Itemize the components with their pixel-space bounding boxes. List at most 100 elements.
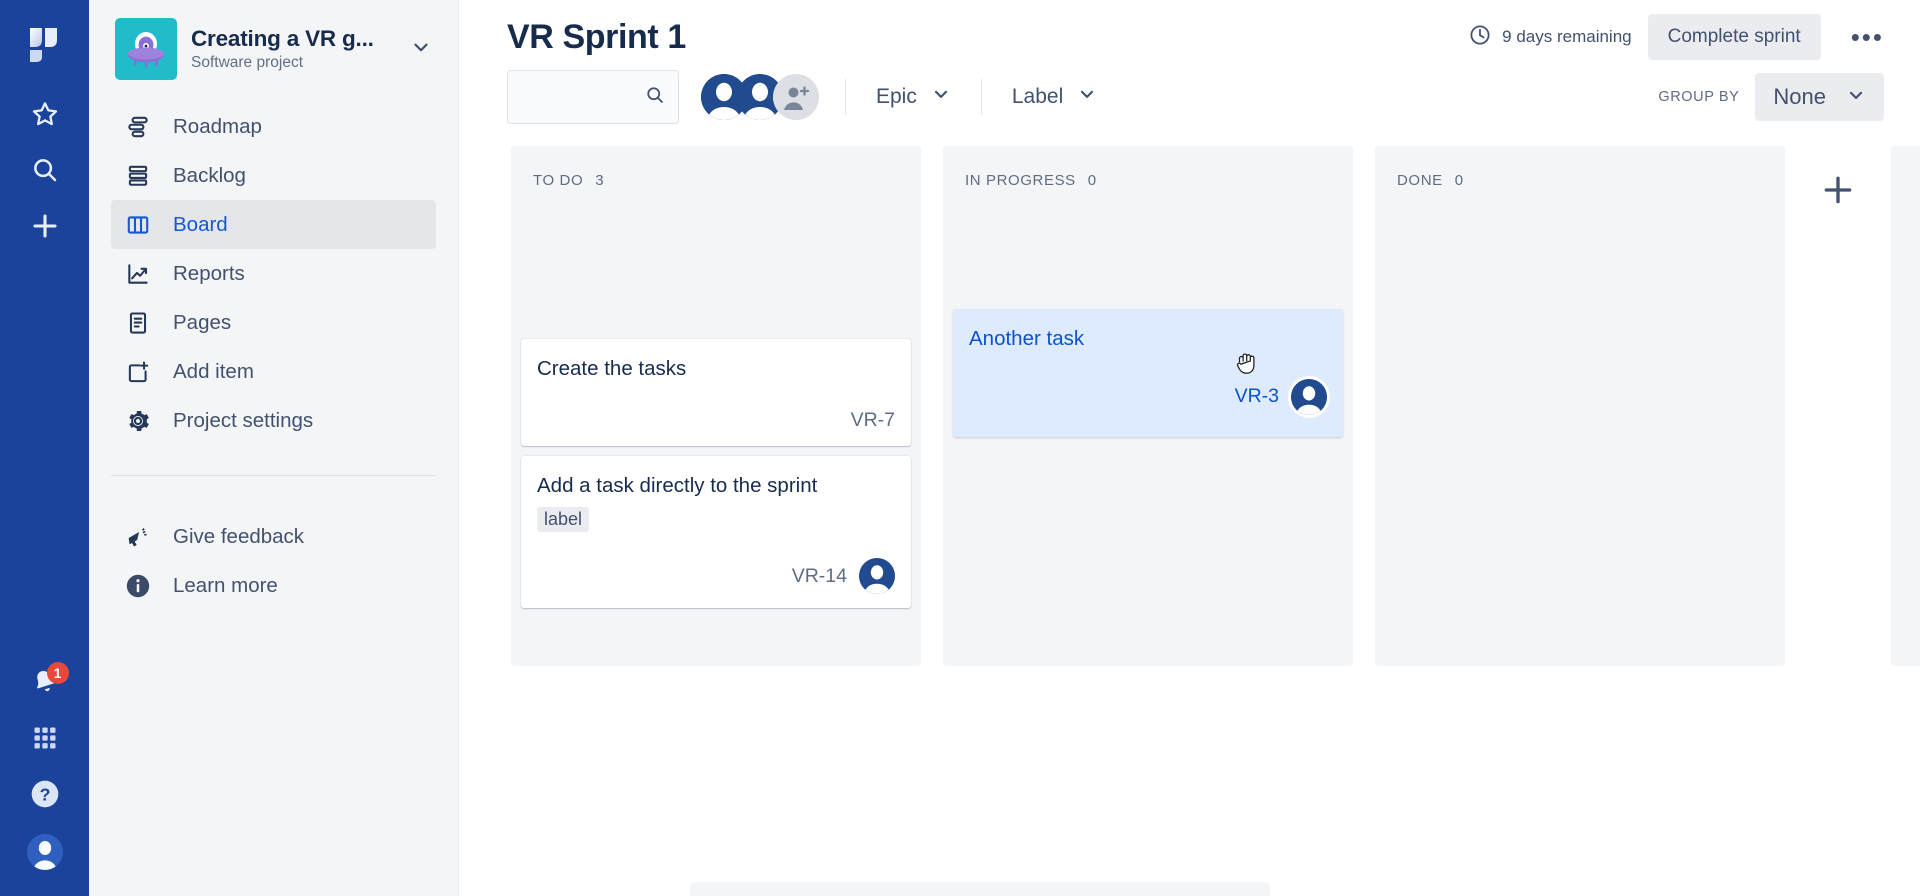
complete-sprint-button[interactable]: Complete sprint [1647, 14, 1821, 60]
sidebar-item-give-feedback[interactable]: Give feedback [111, 512, 436, 561]
user-avatar-icon [26, 834, 63, 870]
column-card-list: Another task VR-3 [953, 209, 1343, 437]
board-columns-icon [123, 210, 153, 240]
days-remaining-label: 9 days remaining [1502, 27, 1632, 46]
sidebar-item-label: Backlog [173, 163, 246, 187]
label-filter-dropdown[interactable]: Label [1008, 78, 1101, 116]
rail-item-help[interactable]: ? [19, 770, 71, 822]
column-name: DONE [1397, 172, 1443, 189]
card-key[interactable]: VR-7 [851, 409, 895, 432]
project-header[interactable]: Creating a VR g... Software project [89, 0, 458, 90]
sidebar-item-board[interactable]: Board [111, 200, 436, 249]
column-header: DONE 0 [1385, 156, 1775, 209]
card-footer: VR-3 [969, 378, 1327, 415]
more-actions-button[interactable]: ••• [1837, 23, 1898, 52]
chevron-down-icon [1846, 85, 1866, 110]
rail-item-search[interactable] [19, 146, 71, 198]
epic-filter-label: Epic [876, 85, 917, 108]
megaphone-icon [123, 522, 153, 552]
rail-item-app-switcher[interactable] [19, 714, 71, 766]
card-label-badge: label [537, 507, 590, 533]
add-column-area [1807, 146, 1869, 213]
jira-logo-icon[interactable] [19, 18, 71, 70]
sidebar-item-add-item[interactable]: Add item [111, 347, 436, 396]
sidebar-divider [111, 475, 436, 476]
project-meta: Creating a VR g... Software project [191, 26, 390, 72]
add-item-icon [123, 357, 153, 387]
svg-text:?: ? [39, 784, 50, 804]
search-input[interactable] [520, 87, 644, 107]
reports-chart-icon [123, 259, 153, 289]
sidebar-item-label: Give feedback [173, 524, 305, 548]
plus-icon [1818, 170, 1858, 213]
sidebar-footer-nav: Give feedback Learn more [89, 512, 458, 610]
backlog-icon [123, 161, 153, 191]
board-card[interactable]: Add a task directly to the sprint label … [521, 455, 911, 609]
sidebar-item-label: Roadmap [173, 114, 262, 138]
search-box[interactable] [507, 70, 679, 124]
rail-bottom-group: 1 ? [19, 658, 71, 896]
board-column-in-progress: IN PROGRESS 0 Another task VR-3 [943, 146, 1353, 666]
notification-badge: 1 [46, 662, 69, 684]
chevron-down-icon[interactable] [404, 30, 438, 69]
card-footer: VR-14 [537, 558, 895, 595]
card-key[interactable]: VR-14 [792, 565, 847, 588]
toolbar-divider [845, 79, 846, 115]
app-root: 1 ? Creating a VR g... Software project … [0, 0, 1920, 896]
sidebar-item-learn-more[interactable]: Learn more [111, 561, 436, 610]
add-column-button[interactable] [1818, 170, 1858, 213]
vr-ufo-project-icon [115, 18, 177, 80]
card-title: Create the tasks [537, 357, 687, 380]
avatar-group [701, 74, 819, 120]
sidebar-item-reports[interactable]: Reports [111, 249, 436, 298]
card-title: Add a task directly to the sprint [537, 473, 818, 497]
column-count: 3 [595, 172, 604, 189]
sidebar-item-label: Project settings [173, 408, 314, 432]
sidebar-item-backlog[interactable]: Backlog [111, 151, 436, 200]
column-count: 0 [1454, 172, 1464, 189]
sidebar-item-label: Reports [173, 261, 245, 285]
board-columns: TO DO 3 Create the tasks VR-7 Add a task… [459, 124, 1920, 896]
gear-icon [123, 406, 153, 436]
rail-item-create[interactable] [19, 202, 71, 254]
rail-item-starred[interactable] [19, 90, 71, 142]
column-card-list: Create the tasks VR-7 Add a task directl… [521, 209, 911, 609]
sprint-header: VR Sprint 1 9 days remaining Complete sp… [459, 0, 1920, 68]
plus-icon [29, 210, 61, 247]
card-assignee-avatar[interactable] [1291, 378, 1327, 415]
epic-filter-dropdown[interactable]: Epic [872, 78, 955, 116]
avatar-add-person[interactable] [773, 74, 819, 120]
clock-icon [1468, 23, 1492, 52]
column-header: IN PROGRESS 0 [953, 156, 1343, 209]
search-icon [30, 155, 60, 190]
card-assignee-avatar[interactable] [859, 558, 895, 595]
search-icon [644, 84, 666, 111]
label-filter-label: Label [1011, 85, 1064, 108]
group-by-area: GROUP BY None [1658, 73, 1898, 121]
card-key[interactable]: VR-3 [1235, 385, 1279, 408]
board-column-partial [1891, 146, 1920, 666]
sidebar-item-roadmap[interactable]: Roadmap [111, 102, 436, 151]
group-by-label: GROUP BY [1658, 89, 1740, 105]
board-column-done: DONE 0 [1375, 146, 1785, 666]
sidebar-item-pages[interactable]: Pages [111, 298, 436, 347]
rail-item-notifications[interactable]: 1 [19, 658, 71, 710]
board-card[interactable]: Create the tasks VR-7 [521, 339, 911, 446]
card-title: Another task [969, 327, 1085, 350]
rail-item-profile[interactable] [19, 826, 71, 878]
board-toolbar: Epic Label GROUP BY None [459, 68, 1920, 124]
column-count: 0 [1087, 172, 1097, 189]
roadmap-icon [123, 112, 153, 142]
sidebar-item-label: Learn more [173, 573, 278, 597]
sidebar-item-label: Board [173, 212, 228, 236]
toolbar-divider [980, 79, 982, 115]
group-by-dropdown[interactable]: None [1755, 73, 1884, 121]
sidebar-item-project-settings[interactable]: Project settings [111, 396, 436, 445]
board-card-dragging[interactable]: Another task VR-3 [953, 309, 1343, 437]
project-name: Creating a VR g... [191, 26, 374, 51]
scroll-hint-strip [690, 882, 1270, 896]
days-remaining: 9 days remaining [1468, 23, 1632, 52]
column-name: IN PROGRESS [965, 172, 1076, 189]
card-footer: VR-7 [537, 409, 895, 432]
project-type: Software project [191, 54, 303, 71]
